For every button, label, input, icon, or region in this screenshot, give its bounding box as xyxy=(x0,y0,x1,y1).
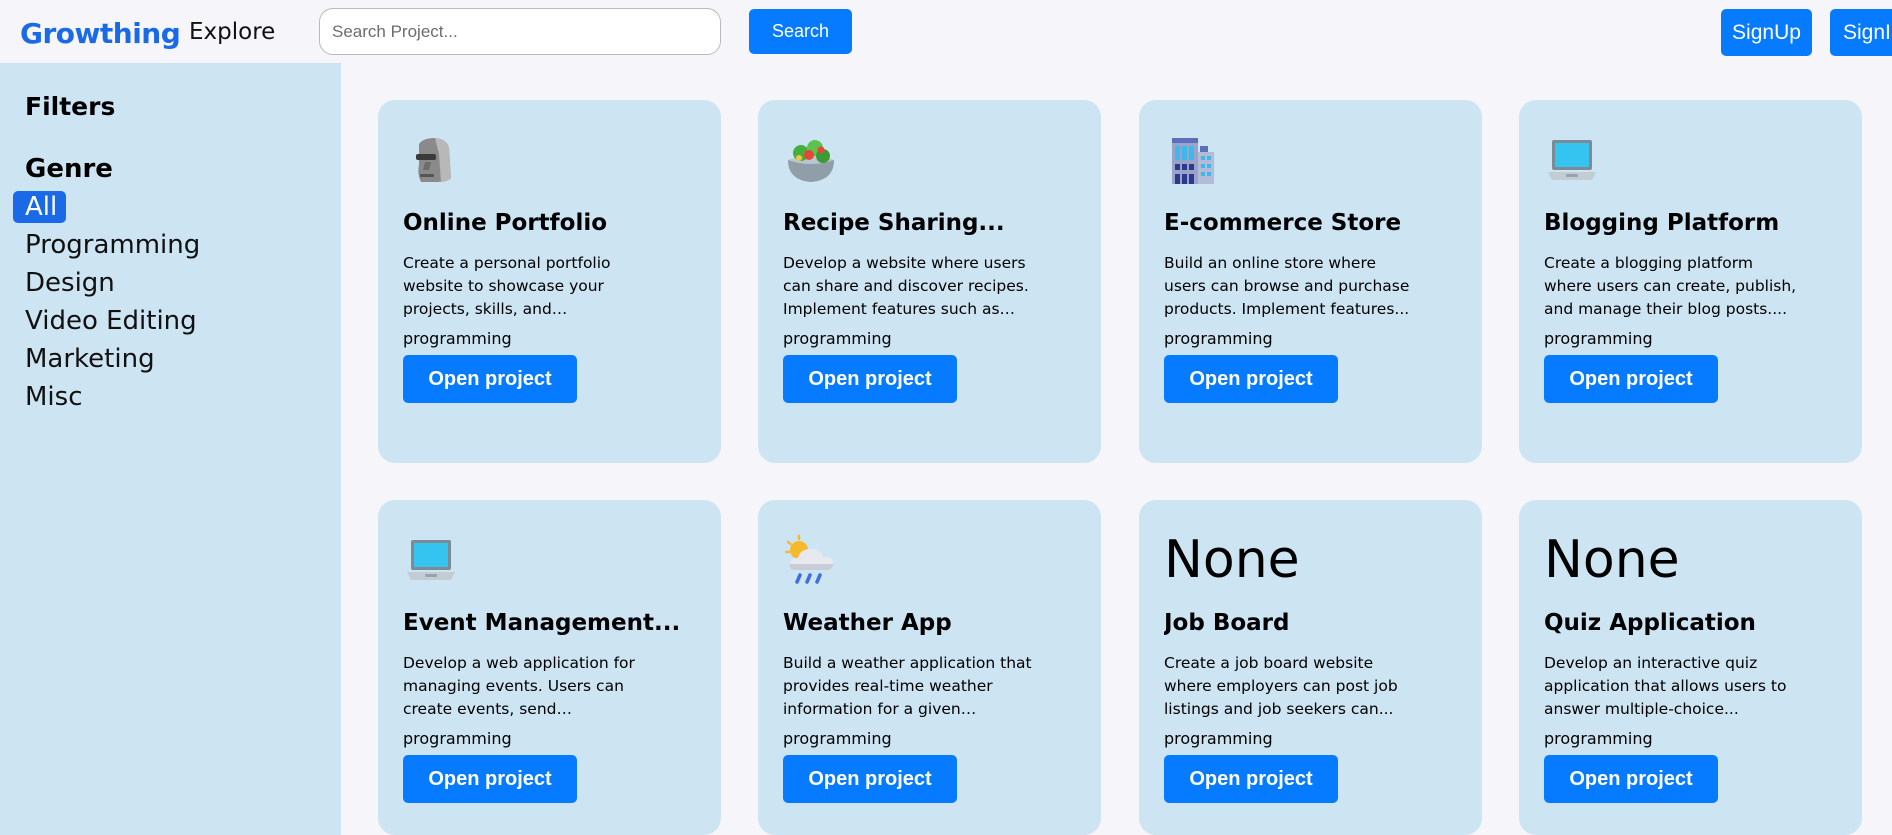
laptop-icon xyxy=(1548,140,1596,180)
search-input[interactable] xyxy=(319,8,721,55)
project-tag: programming xyxy=(1544,729,1653,748)
open-project-button[interactable]: Open project xyxy=(1164,755,1338,803)
open-project-button[interactable]: Open project xyxy=(403,355,577,403)
explore-link[interactable]: Explore xyxy=(189,19,275,45)
open-project-button[interactable]: Open project xyxy=(1544,355,1718,403)
project-tag: programming xyxy=(1544,329,1653,348)
filters-sidebar: Filters Genre All Programming Design Vid… xyxy=(0,63,341,835)
project-card: Event Management... Develop a web applic… xyxy=(378,500,721,835)
project-tag: programming xyxy=(1164,729,1273,748)
project-description: Develop a website where users can share … xyxy=(783,254,1029,318)
project-icon-text: None xyxy=(1544,530,1680,590)
project-title: E-commerce Store xyxy=(1164,210,1402,236)
open-project-button[interactable]: Open project xyxy=(403,755,577,803)
project-card: None Quiz Application Develop an interac… xyxy=(1519,500,1862,835)
project-card: Recipe Sharing... Develop a website wher… xyxy=(758,100,1101,463)
genre-item-marketing[interactable]: Marketing xyxy=(25,343,155,375)
filters-title: Filters xyxy=(25,92,116,121)
genre-title: Genre xyxy=(25,154,113,184)
project-title: Quiz Application xyxy=(1544,610,1756,636)
project-card: None Job Board Create a job board websit… xyxy=(1139,500,1482,835)
project-title: Blogging Platform xyxy=(1544,210,1780,236)
genre-item-video-editing[interactable]: Video Editing xyxy=(25,305,197,337)
office-building-icon xyxy=(1172,138,1214,184)
rain-cloud-sun-icon xyxy=(785,534,833,584)
genre-item-design[interactable]: Design xyxy=(25,267,115,299)
top-navbar: Growthing Explore Search SignUp SignIn xyxy=(0,0,1892,63)
project-card: Online Portfolio Create a personal portf… xyxy=(378,100,721,463)
project-tag: programming xyxy=(1164,329,1273,348)
open-project-button[interactable]: Open project xyxy=(783,755,957,803)
signin-button[interactable]: SignIn xyxy=(1830,9,1892,56)
project-tag: programming xyxy=(783,329,892,348)
project-description: Create a personal portfolio website to s… xyxy=(403,254,611,318)
project-description: Create a job board website where employe… xyxy=(1164,654,1398,718)
salad-icon xyxy=(788,140,834,182)
open-project-button[interactable]: Open project xyxy=(783,355,957,403)
genre-item-misc[interactable]: Misc xyxy=(25,381,83,413)
project-tag: programming xyxy=(403,729,512,748)
project-card: E-commerce Store Build an online store w… xyxy=(1139,100,1482,463)
project-tag: programming xyxy=(783,729,892,748)
open-project-button[interactable]: Open project xyxy=(1164,355,1338,403)
project-title: Weather App xyxy=(783,610,952,636)
laptop-icon xyxy=(407,540,455,580)
project-card: Weather App Build a weather application … xyxy=(758,500,1101,835)
project-title: Job Board xyxy=(1164,610,1290,636)
project-tag: programming xyxy=(403,329,512,348)
project-title: Event Management... xyxy=(403,610,681,636)
signup-button[interactable]: SignUp xyxy=(1721,9,1812,56)
project-icon-text: None xyxy=(1164,530,1300,590)
project-description: Build a weather application that provide… xyxy=(783,654,1032,718)
project-description: Create a blogging platform where users c… xyxy=(1544,254,1797,318)
search-button[interactable]: Search xyxy=(749,9,852,54)
project-description: Develop an interactive quiz application … xyxy=(1544,654,1787,718)
project-card: Blogging Platform Create a blogging plat… xyxy=(1519,100,1862,463)
project-description: Build an online store where users can br… xyxy=(1164,254,1410,318)
brand-logo[interactable]: Growthing xyxy=(20,17,181,50)
genre-item-all[interactable]: All xyxy=(13,191,67,223)
open-project-button[interactable]: Open project xyxy=(1544,755,1718,803)
project-title: Online Portfolio xyxy=(403,210,608,236)
moai-icon xyxy=(416,138,451,182)
project-title: Recipe Sharing... xyxy=(783,210,1005,236)
genre-item-programming[interactable]: Programming xyxy=(25,229,200,261)
project-description: Develop a web application for managing e… xyxy=(403,654,635,718)
